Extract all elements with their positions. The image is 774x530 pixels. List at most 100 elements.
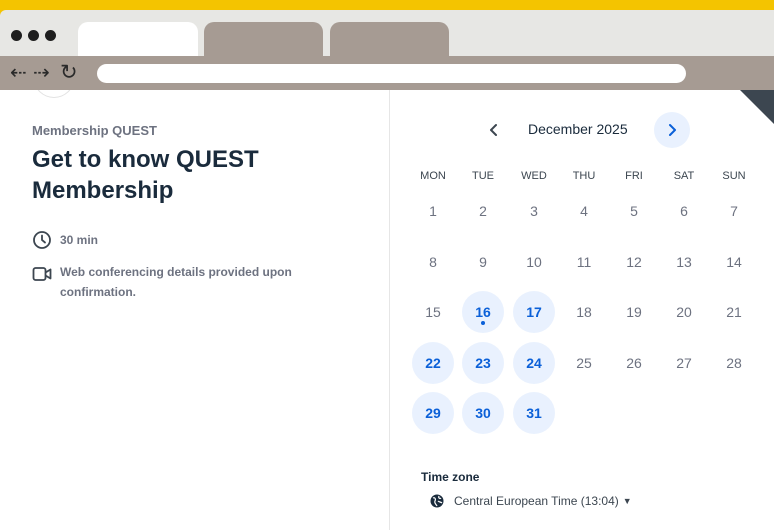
day-number: 1 — [429, 203, 437, 219]
day-number: 3 — [530, 203, 538, 219]
day-31[interactable]: 31 — [513, 392, 555, 434]
day-number: 5 — [630, 203, 638, 219]
day-number: 12 — [626, 254, 642, 270]
tab-2[interactable] — [204, 22, 323, 56]
day-22[interactable]: 22 — [412, 342, 454, 384]
day-number: 7 — [730, 203, 738, 219]
day-7: 7 — [713, 190, 755, 232]
event-conferencing: Web conferencing details provided upon c… — [32, 262, 320, 302]
day-number: 23 — [475, 355, 491, 371]
window-dot-close[interactable] — [11, 30, 22, 41]
globe-icon — [430, 494, 444, 508]
day-8: 8 — [412, 241, 454, 283]
day-number: 10 — [526, 254, 542, 270]
page-content: Membership QUEST Get to know QUEST Membe… — [0, 90, 774, 530]
day-24[interactable]: 24 — [513, 342, 555, 384]
calendar-header: December 2025 — [480, 112, 710, 148]
day-number: 21 — [726, 304, 742, 320]
timezone-label: Time zone — [421, 470, 480, 484]
browser-window: ⇠ ⇢ ↻ Membership QUEST Get to know QUEST… — [0, 0, 774, 530]
day-30[interactable]: 30 — [462, 392, 504, 434]
day-number: 29 — [425, 405, 441, 421]
day-13: 13 — [663, 241, 705, 283]
video-camera-icon — [32, 267, 52, 281]
weekday-sat: SAT — [673, 170, 695, 182]
previous-month-button[interactable] — [476, 112, 512, 148]
weekday-thu: THU — [572, 170, 596, 182]
day-27: 27 — [663, 342, 705, 384]
day-18: 18 — [563, 291, 605, 333]
day-29[interactable]: 29 — [412, 392, 454, 434]
day-5: 5 — [613, 190, 655, 232]
day-28: 28 — [713, 342, 755, 384]
day-number: 13 — [676, 254, 692, 270]
day-26: 26 — [613, 342, 655, 384]
day-number: 20 — [676, 304, 692, 320]
day-number: 22 — [425, 355, 441, 371]
day-17[interactable]: 17 — [513, 291, 555, 333]
day-number: 14 — [726, 254, 742, 270]
day-number: 6 — [680, 203, 688, 219]
organizer-name: Membership QUEST — [32, 123, 157, 138]
window-dot-maximize[interactable] — [45, 30, 56, 41]
day-number: 9 — [479, 254, 487, 270]
address-bar[interactable] — [97, 64, 686, 83]
next-month-button[interactable] — [654, 112, 690, 148]
day-1: 1 — [412, 190, 454, 232]
day-21: 21 — [713, 291, 755, 333]
day-23[interactable]: 23 — [462, 342, 504, 384]
day-number: 27 — [676, 355, 692, 371]
window-controls — [11, 30, 56, 41]
reload-icon[interactable]: ↻ — [60, 62, 78, 83]
day-9: 9 — [462, 241, 504, 283]
clock-icon — [33, 231, 51, 249]
event-duration: 30 min — [32, 230, 98, 250]
browser-toolbar: ⇠ ⇢ ↻ — [0, 56, 774, 90]
weekday-fri: FRI — [625, 170, 643, 182]
tab-3[interactable] — [330, 22, 449, 56]
day-number: 30 — [475, 405, 491, 421]
forward-arrow-icon[interactable]: ⇢ — [33, 63, 50, 83]
day-4: 4 — [563, 190, 605, 232]
day-number: 28 — [726, 355, 742, 371]
day-3: 3 — [513, 190, 555, 232]
day-20: 20 — [663, 291, 705, 333]
day-number: 26 — [626, 355, 642, 371]
day-number: 17 — [526, 304, 542, 320]
duration-text: 30 min — [60, 233, 99, 247]
day-number: 2 — [479, 203, 487, 219]
weekday-mon: MON — [420, 170, 446, 182]
month-label: December 2025 — [528, 121, 628, 137]
day-11: 11 — [563, 241, 605, 283]
day-12: 12 — [613, 241, 655, 283]
day-number: 16 — [475, 304, 491, 320]
day-10: 10 — [513, 241, 555, 283]
caret-down-icon: ▼ — [622, 496, 632, 506]
weekday-sun: SUN — [722, 170, 746, 182]
chevron-right-icon — [669, 124, 676, 136]
tab-active[interactable] — [78, 22, 198, 56]
day-number: 24 — [526, 355, 542, 371]
today-indicator — [481, 321, 485, 325]
day-2: 2 — [462, 190, 504, 232]
day-number: 25 — [576, 355, 592, 371]
day-number: 8 — [429, 254, 437, 270]
day-number: 31 — [526, 405, 542, 421]
day-number: 18 — [576, 304, 592, 320]
timezone-value: Central European Time (13:04) — [454, 494, 619, 508]
day-number: 11 — [576, 254, 592, 270]
weekday-wed: WED — [521, 170, 547, 182]
day-6: 6 — [663, 190, 705, 232]
day-25: 25 — [563, 342, 605, 384]
day-16[interactable]: 16 — [462, 291, 504, 333]
back-arrow-icon[interactable]: ⇠ — [10, 63, 27, 83]
organizer-avatar — [34, 90, 74, 98]
panel-divider — [389, 90, 390, 530]
window-dot-minimize[interactable] — [28, 30, 39, 41]
day-19: 19 — [613, 291, 655, 333]
day-number: 19 — [626, 304, 642, 320]
day-number: 15 — [425, 304, 441, 320]
event-title: Get to know QUEST Membership — [32, 146, 259, 204]
day-number: 4 — [580, 203, 588, 219]
timezone-selector[interactable]: Central European Time (13:04) ▼ — [430, 494, 632, 508]
